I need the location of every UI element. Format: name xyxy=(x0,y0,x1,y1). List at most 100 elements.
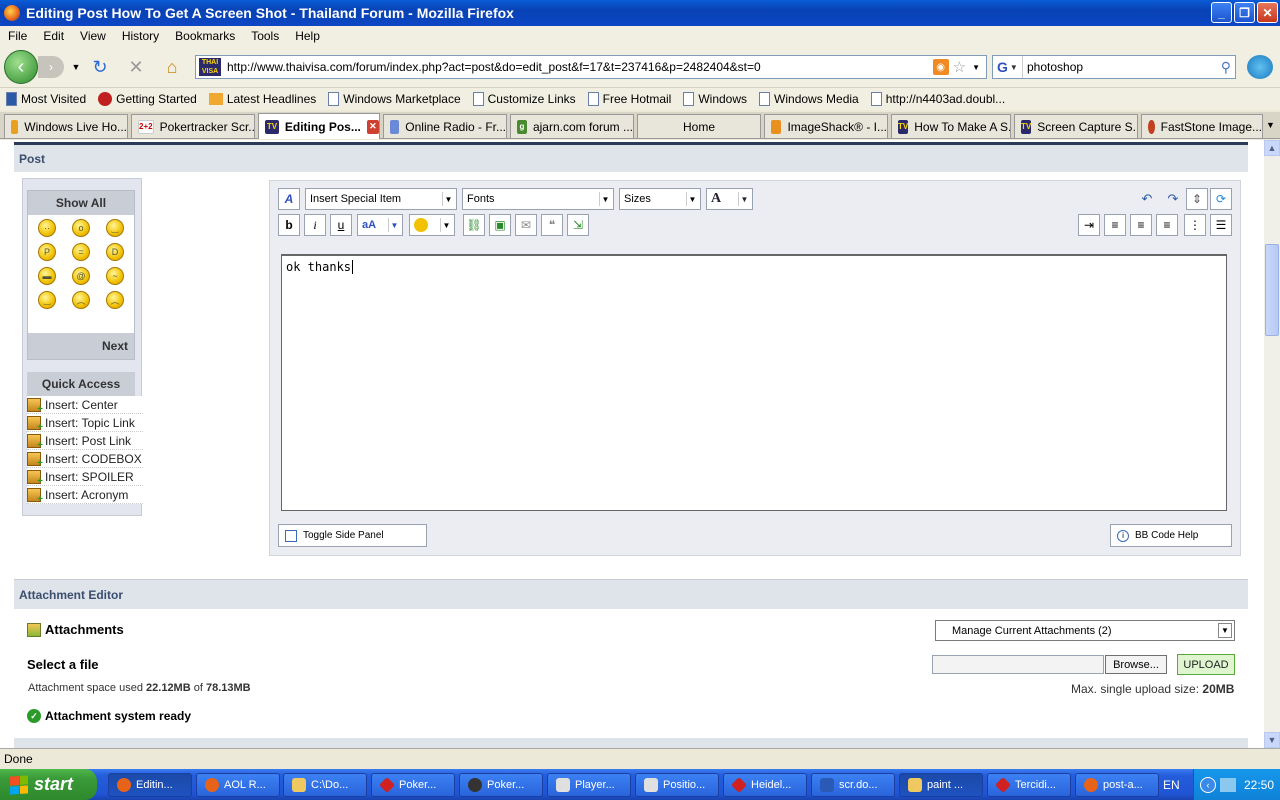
vertical-scrollbar[interactable]: ▲ ▼ xyxy=(1264,140,1280,748)
font-color-button[interactable]: A ▼ xyxy=(706,188,753,210)
task-heidelberg[interactable]: Heidel... xyxy=(723,773,807,797)
search-bar[interactable]: G ▼ photoshop ⚲ xyxy=(992,55,1236,79)
emoticon-blush-icon[interactable]: ·· xyxy=(38,219,56,237)
quick-insert-acronym[interactable]: Insert: Acronym xyxy=(27,486,143,505)
menu-edit[interactable]: Edit xyxy=(35,29,72,43)
quick-insert-spoiler[interactable]: Insert: SPOILER xyxy=(27,468,143,487)
close-button[interactable]: ✕ xyxy=(1257,2,1278,23)
emoticon-sad-icon[interactable]: ︵ xyxy=(106,291,124,309)
menu-view[interactable]: View xyxy=(72,29,114,43)
emoticon-button[interactable]: ▼ xyxy=(409,214,455,236)
tab-home[interactable]: Home xyxy=(637,114,761,138)
minimize-button[interactable]: _ xyxy=(1211,2,1232,23)
bookmark-latest-headlines[interactable]: Latest Headlines xyxy=(203,92,322,106)
insert-email-icon[interactable]: ✉ xyxy=(515,214,537,236)
align-left-icon[interactable]: ≡ xyxy=(1104,214,1126,236)
italic-button[interactable]: i xyxy=(304,214,326,236)
ordered-list-icon[interactable]: ⋮ xyxy=(1184,214,1206,236)
special-item-select[interactable]: Insert Special Item ▼ xyxy=(305,188,457,210)
tab-windows-live[interactable]: Windows Live Ho... xyxy=(4,114,128,138)
tab-close-icon[interactable]: ✕ xyxy=(366,119,379,134)
network-icon[interactable] xyxy=(1220,777,1236,792)
show-all-link[interactable]: Show All xyxy=(28,191,134,215)
post-textarea[interactable]: ok thanks xyxy=(281,254,1227,511)
unordered-list-icon[interactable]: ☰ xyxy=(1210,214,1232,236)
tab-screen-capture[interactable]: TV Screen Capture S... xyxy=(1014,114,1138,138)
insert-image-icon[interactable]: ▣ xyxy=(489,214,511,236)
bookmark-most-visited[interactable]: Most Visited xyxy=(0,92,92,106)
indent-icon[interactable]: ⇥ xyxy=(1078,214,1100,236)
task-tercidi[interactable]: Tercidi... xyxy=(987,773,1071,797)
task-post-attachment[interactable]: post-a... xyxy=(1075,773,1159,797)
insert-quote-icon[interactable]: ❝ xyxy=(541,214,563,236)
emoticon-angry-icon[interactable]: ︵ xyxy=(72,291,90,309)
insert-link-icon[interactable]: ⛓ xyxy=(463,214,485,236)
start-button[interactable]: start xyxy=(0,769,97,800)
align-center-icon[interactable]: ≡ xyxy=(1130,214,1152,236)
scroll-thumb[interactable] xyxy=(1265,244,1279,336)
manage-attachments-select[interactable]: Manage Current Attachments (2) ▼ xyxy=(935,620,1235,641)
bookmark-windows-media[interactable]: Windows Media xyxy=(753,92,865,106)
tab-pokertracker[interactable]: 2+2 Pokertracker Scr... xyxy=(131,114,255,138)
maximize-button[interactable]: ❐ xyxy=(1234,2,1255,23)
bookmark-windows[interactable]: Windows xyxy=(677,92,753,106)
menu-bookmarks[interactable]: Bookmarks xyxy=(167,29,243,43)
scroll-down-icon[interactable]: ▼ xyxy=(1264,732,1280,748)
tab-how-to-make[interactable]: TV How To Make A S... xyxy=(891,114,1011,138)
insert-code-icon[interactable]: ⇲ xyxy=(567,214,589,236)
history-dropdown-icon[interactable]: ▼ xyxy=(64,56,88,78)
bbcode-help-button[interactable]: i BB Code Help xyxy=(1110,524,1232,547)
bookmark-star-icon[interactable]: ☆ xyxy=(953,58,966,76)
bookmark-getting-started[interactable]: Getting Started xyxy=(92,92,203,106)
browse-button[interactable]: Browse... xyxy=(1105,655,1167,674)
search-input[interactable]: photoshop xyxy=(1023,60,1221,74)
quick-insert-codebox[interactable]: Insert: CODEBOX xyxy=(27,450,143,469)
back-button[interactable]: ‹ xyxy=(4,50,38,84)
task-firefox-editing[interactable]: Editin... xyxy=(108,773,192,797)
fonts-select[interactable]: Fonts ▼ xyxy=(462,188,614,210)
scroll-up-icon[interactable]: ▲ xyxy=(1264,140,1280,156)
url-bar[interactable]: THAI VISA http://www.thaivisa.com/forum/i… xyxy=(195,55,987,79)
bookmark-windows-marketplace[interactable]: Windows Marketplace xyxy=(322,92,466,106)
search-magnifier-icon[interactable]: ⚲ xyxy=(1221,59,1231,76)
tab-editing-post[interactable]: TV Editing Pos... ✕ xyxy=(258,113,380,139)
sizes-select[interactable]: Sizes ▼ xyxy=(619,188,701,210)
language-indicator[interactable]: EN xyxy=(1163,778,1180,792)
tab-list-dropdown-icon[interactable]: ▼ xyxy=(1266,120,1275,130)
rss-icon[interactable]: ◉ xyxy=(932,59,949,75)
text-effect-button[interactable]: aA ▼ xyxy=(357,214,403,236)
upload-button[interactable]: UPLOAD xyxy=(1177,654,1235,675)
emoticon-dizzy-icon[interactable]: @ xyxy=(72,267,90,285)
emoticon-laugh-icon[interactable]: D xyxy=(106,243,124,261)
reload-icon[interactable]: ↻ xyxy=(88,56,112,78)
url-dropdown-icon[interactable]: ▼ xyxy=(972,63,980,72)
task-position[interactable]: Positio... xyxy=(635,773,719,797)
home-icon[interactable]: ⌂ xyxy=(160,56,184,78)
switch-editor-icon[interactable]: ⟳ xyxy=(1210,188,1232,210)
quick-insert-topic-link[interactable]: Insert: Topic Link xyxy=(27,414,143,433)
tab-imageshack[interactable]: ImageShack® - I... xyxy=(764,114,888,138)
next-link[interactable]: Next xyxy=(28,333,134,359)
task-scr-doc[interactable]: scr.do... xyxy=(811,773,895,797)
task-poker-2[interactable]: Poker... xyxy=(459,773,543,797)
bookmark-free-hotmail[interactable]: Free Hotmail xyxy=(582,92,678,106)
task-aol-radio[interactable]: AOL R... xyxy=(196,773,280,797)
undo-icon[interactable]: ↶ xyxy=(1137,189,1157,209)
menu-tools[interactable]: Tools xyxy=(243,29,287,43)
tab-faststone[interactable]: FastStone Image... xyxy=(1141,114,1263,138)
emoticon-unsure-icon[interactable]: ~ xyxy=(106,267,124,285)
task-paint[interactable]: paint ... xyxy=(899,773,983,797)
task-poker-1[interactable]: Poker... xyxy=(371,773,455,797)
bookmark-doubleclick[interactable]: http://n4403ad.doubl... xyxy=(865,92,1011,106)
clock[interactable]: 22:50 xyxy=(1244,778,1274,792)
file-path-input[interactable] xyxy=(932,655,1104,674)
menu-file[interactable]: File xyxy=(0,29,35,43)
emoticon-tongue-icon[interactable]: P xyxy=(38,243,56,261)
emoticon-grin-icon[interactable]: = xyxy=(72,243,90,261)
stop-icon[interactable]: ✕ xyxy=(124,56,148,78)
emoticon-smile-icon[interactable]: ‿ xyxy=(106,219,124,237)
task-player[interactable]: Player... xyxy=(547,773,631,797)
rte-toggle-icon[interactable]: A xyxy=(278,188,300,210)
task-explorer-folder[interactable]: C:\Do... xyxy=(283,773,367,797)
tray-expand-icon[interactable]: ‹ xyxy=(1200,776,1216,793)
